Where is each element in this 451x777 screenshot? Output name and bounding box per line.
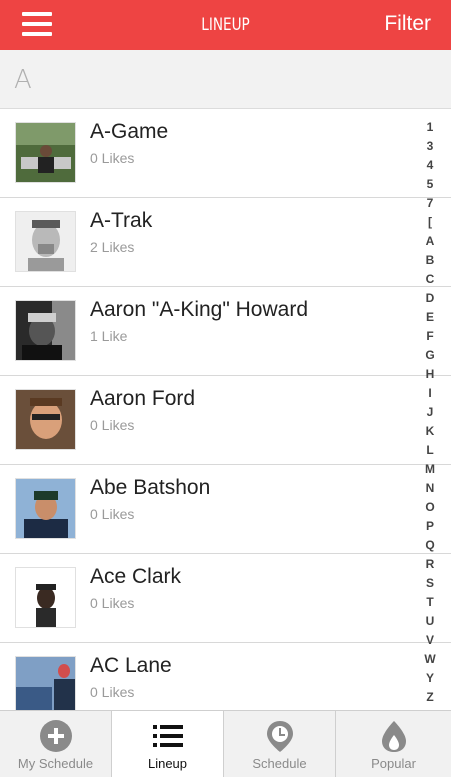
tab-schedule[interactable]: Schedule [224,711,336,777]
index-letter[interactable]: C [423,270,437,289]
avatar [15,656,76,710]
index-letter[interactable]: T [423,593,437,612]
avatar [15,300,76,361]
index-letter[interactable]: Q [423,536,437,555]
tab-label: Popular [371,756,416,771]
index-letter[interactable]: D [423,289,437,308]
flame-icon [381,721,406,752]
index-letter[interactable]: P [423,517,437,536]
artist-name: AC Lane [90,654,172,677]
artist-likes: 0 Likes [90,417,135,433]
index-letter[interactable]: J [423,403,437,422]
index-letter[interactable]: V [423,631,437,650]
index-letter[interactable]: F [423,327,437,346]
tab-lineup[interactable]: Lineup [112,711,224,777]
section-letter: A [14,65,32,95]
page-title: LINEUP [201,15,250,35]
artist-likes: 1 Like [90,328,128,344]
tab-bar: My Schedule Lineup Schedule Popular [0,710,451,777]
index-letter[interactable]: U [423,612,437,631]
index-letter[interactable]: H [423,365,437,384]
list-item[interactable]: A-Trak 2 Likes [0,198,451,287]
top-bar: LINEUP Filter [0,0,451,50]
artist-name: Aaron Ford [90,387,196,410]
artist-list[interactable]: A-Game 0 Likes A-Trak 2 Likes Aaron "A-K… [0,109,451,710]
index-letter[interactable]: 4 [423,156,437,175]
clock-pin-icon [266,721,293,752]
index-letter[interactable]: O [423,498,437,517]
index-letter[interactable]: 3 [423,137,437,156]
list-icon [152,725,183,747]
artist-likes: 0 Likes [90,595,135,611]
section-header: A [0,50,451,109]
artist-likes: 2 Likes [90,239,135,255]
index-letter[interactable]: E [423,308,437,327]
avatar [15,567,76,628]
artist-likes: 0 Likes [90,506,135,522]
index-letter[interactable]: G [423,346,437,365]
artist-name: A-Trak [90,209,153,232]
artist-name: Abe Batshon [90,476,211,499]
list-item[interactable]: A-Game 0 Likes [0,109,451,198]
index-letter[interactable]: 7 [423,194,437,213]
list-item[interactable]: Ace Clark 0 Likes [0,554,451,643]
index-letter[interactable]: K [423,422,437,441]
artist-name: A-Game [90,120,169,143]
index-letter[interactable]: I [423,384,437,403]
index-letter[interactable]: Z [423,688,437,707]
index-letter[interactable]: W [423,650,437,669]
index-letter[interactable]: R [423,555,437,574]
artist-name: Aaron "A-King" Howard [90,298,309,321]
avatar [15,389,76,450]
index-letter[interactable]: A [423,232,437,251]
tab-popular[interactable]: Popular [336,711,451,777]
list-item[interactable]: Aaron Ford 0 Likes [0,376,451,465]
tab-label: Lineup [147,756,188,771]
tab-label: Schedule [252,756,307,771]
artist-likes: 0 Likes [90,684,135,700]
plus-circle-icon [39,720,72,752]
filter-button[interactable]: Filter [384,12,431,36]
index-letter[interactable]: S [423,574,437,593]
list-item[interactable]: Abe Batshon 0 Likes [0,465,451,554]
index-letter[interactable]: 1 [423,118,437,137]
list-item[interactable]: AC Lane 0 Likes [0,643,451,710]
index-letter[interactable]: N [423,479,437,498]
list-item[interactable]: Aaron "A-King" Howard 1 Like [0,287,451,376]
avatar [15,478,76,539]
avatar [15,122,76,183]
avatar [15,211,76,272]
tab-my-schedule[interactable]: My Schedule [0,711,112,777]
index-letter[interactable]: Y [423,669,437,688]
alphabet-index[interactable]: 1 3 4 5 7[A B C D E F G H I J K L M N O P Q R S T U V W Y Z [423,118,437,707]
tab-label: My Schedule [17,756,94,771]
index-letter[interactable]: 5 [423,175,437,194]
index-letter[interactable]: B [423,251,437,270]
index-letter[interactable]: [ [423,213,437,232]
artist-name: Ace Clark [90,565,182,588]
index-letter[interactable]: M [423,460,437,479]
index-letter[interactable]: L [423,441,437,460]
artist-likes: 0 Likes [90,150,135,166]
